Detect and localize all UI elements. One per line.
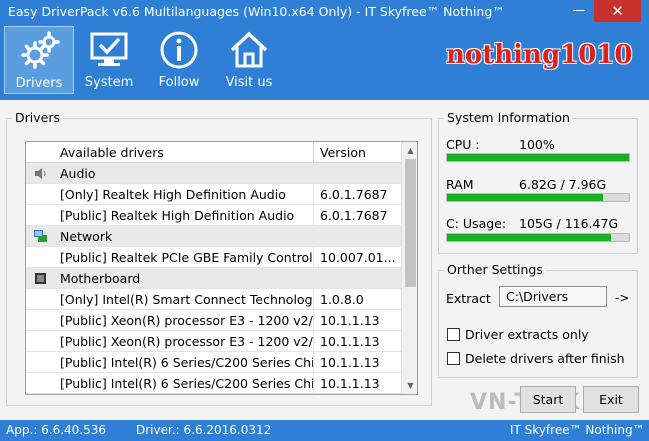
disk-bar xyxy=(446,233,630,242)
network-icon xyxy=(33,229,48,244)
column-header-name[interactable]: Available drivers xyxy=(54,142,314,163)
tab-follow[interactable]: Follow xyxy=(144,26,214,94)
category-row[interactable]: Audio xyxy=(26,163,401,184)
driver-version-cell: 6.0.1.7687 xyxy=(320,208,388,223)
driver-list[interactable]: Available drivers Version Audio [Only] Re… xyxy=(25,141,418,395)
driver-name: [Only] Intel(R) Smart Connect Technology… xyxy=(54,289,314,309)
driver-name: [Public] Xeon(R) processor E3 - 1200 v2/… xyxy=(54,310,314,330)
speaker-icon xyxy=(33,166,48,181)
window-title: Easy DriverPack v6.6 Multilanguages (Win… xyxy=(8,4,505,19)
driver-name: [Public] Xeon(R) processor E3 - 1200 v2/… xyxy=(54,331,314,351)
driver-version-cell: 10.1.1.13 xyxy=(320,376,380,391)
cpu-bar-fill xyxy=(447,154,629,161)
driver-row[interactable]: [Only] Realtek High Definition Audio 6.0.… xyxy=(26,184,401,205)
category-label: Network xyxy=(60,229,113,244)
title-bar: Easy DriverPack v6.6 Multilanguages (Win… xyxy=(0,0,649,24)
category-label: Motherboard xyxy=(60,271,141,286)
monitor-check-icon xyxy=(90,32,128,66)
tab-visit-us[interactable]: Visit us xyxy=(214,26,284,94)
driver-version-cell: 10.1.1.13 xyxy=(320,334,380,349)
driver-row[interactable]: [Public] Realtek PCIe GBE Family Control… xyxy=(26,247,401,268)
extract-path-input[interactable] xyxy=(499,286,607,307)
driver-version-cell: 10.007.01... xyxy=(320,250,396,265)
driver-version-cell: 10.1.1.13 xyxy=(320,313,380,328)
tab-visit-us-label: Visit us xyxy=(225,75,273,90)
delete-drivers-label[interactable]: Delete drivers after finish xyxy=(465,351,625,366)
system-info-title: System Information xyxy=(444,110,573,125)
driver-row[interactable]: [Public] Realtek High Definition Audio 6.… xyxy=(26,205,401,226)
scroll-up-arrow-icon[interactable]: ▲ xyxy=(402,142,417,159)
driver-version-cell: 10.1.1.13 xyxy=(320,355,380,370)
minimize-button[interactable]: — xyxy=(566,0,592,22)
drivers-group: Drivers Available drivers Version Audio [… xyxy=(6,110,432,406)
driver-row[interactable]: [Public] Intel(R) 6 Series/C200 Series C… xyxy=(26,373,401,394)
driver-name: [Public] Intel(R) 6 Series/C200 Series C… xyxy=(54,373,314,393)
cpu-bar xyxy=(446,153,630,162)
cpu-label: CPU : xyxy=(446,137,480,152)
other-settings-group: Orther Settings Extract -> Driver extrac… xyxy=(438,262,638,378)
driver-list-scrollbar[interactable]: ▲ ▼ xyxy=(401,142,417,394)
chip-icon xyxy=(33,271,48,286)
tab-drivers-label: Drivers xyxy=(15,76,63,91)
ram-bar xyxy=(446,193,630,202)
delete-drivers-checkbox[interactable] xyxy=(447,352,460,365)
driver-rows: Audio [Only] Realtek High Definition Audi… xyxy=(26,163,401,394)
cpu-value: 100% xyxy=(519,137,555,152)
driver-list-header: Available drivers Version xyxy=(26,142,401,163)
category-row[interactable]: Network xyxy=(26,226,401,247)
scroll-down-arrow-icon[interactable]: ▼ xyxy=(402,377,417,394)
disk-bar-fill xyxy=(447,234,611,241)
category-label: Audio xyxy=(60,166,96,181)
extract-browse-arrow[interactable]: -> xyxy=(615,291,629,305)
driver-version-cell: 6.0.1.7687 xyxy=(320,187,388,202)
ram-label: RAM xyxy=(446,177,474,192)
start-button[interactable]: Start xyxy=(520,386,576,413)
driver-extracts-only-label[interactable]: Driver extracts only xyxy=(465,327,589,342)
disk-value: 105G / 116.47G xyxy=(519,216,619,231)
driver-name: [Only] Realtek High Definition Audio xyxy=(54,184,314,204)
disk-label: C: Usage: xyxy=(446,216,507,231)
drivers-group-title: Drivers xyxy=(12,110,63,125)
driver-row[interactable]: [Public] Xeon(R) processor E3 - 1200 v2/… xyxy=(26,331,401,352)
ram-value: 6.82G / 7.96G xyxy=(519,177,607,192)
close-button[interactable]: ✕ xyxy=(594,0,641,22)
gears-icon xyxy=(21,31,60,69)
driver-name: [Public] Realtek PCIe GBE Family Control… xyxy=(54,247,314,267)
tab-follow-label: Follow xyxy=(158,75,200,90)
tab-system[interactable]: System xyxy=(74,26,144,94)
ram-bar-fill xyxy=(447,194,603,201)
home-icon xyxy=(230,31,268,68)
column-header-version[interactable]: Version xyxy=(314,142,401,163)
credit-text: IT Skyfree™ Nothing™ xyxy=(510,423,645,437)
exit-button[interactable]: Exit xyxy=(583,386,639,413)
brand-logo: nothing1010 xyxy=(446,40,633,70)
system-info-group: System Information CPU : 100% RAM 6.82G … xyxy=(438,110,638,254)
status-bar: App.: 6.6.40.536 Driver.: 6.6.2016.0312 … xyxy=(0,420,649,441)
driver-name: [Public] Intel(R) 6 Series/C200 Series C… xyxy=(54,352,314,372)
app-window: Easy DriverPack v6.6 Multilanguages (Win… xyxy=(0,0,649,441)
driver-row[interactable]: [Only] Intel(R) Smart Connect Technology… xyxy=(26,289,401,310)
driver-name: [Public] Realtek High Definition Audio xyxy=(54,205,314,225)
driver-version: Driver.: 6.6.2016.0312 xyxy=(136,423,272,437)
extract-label: Extract xyxy=(446,291,491,306)
info-icon xyxy=(160,31,198,69)
other-settings-title: Orther Settings xyxy=(444,262,546,277)
driver-row[interactable]: [Public] Intel(R) 6 Series/C200 Series C… xyxy=(26,352,401,373)
app-version: App.: 6.6.40.536 xyxy=(6,423,107,437)
driver-extracts-only-checkbox[interactable] xyxy=(447,328,460,341)
driver-version-cell: 1.0.8.0 xyxy=(320,292,364,307)
tab-drivers[interactable]: Drivers xyxy=(4,26,74,94)
driver-row[interactable]: [Public] Xeon(R) processor E3 - 1200 v2/… xyxy=(26,310,401,331)
scroll-thumb[interactable] xyxy=(405,159,416,287)
category-row[interactable]: Motherboard xyxy=(26,268,401,289)
tab-system-label: System xyxy=(84,75,134,90)
toolbar: Drivers System Follow Visit us nothing10… xyxy=(0,24,649,100)
